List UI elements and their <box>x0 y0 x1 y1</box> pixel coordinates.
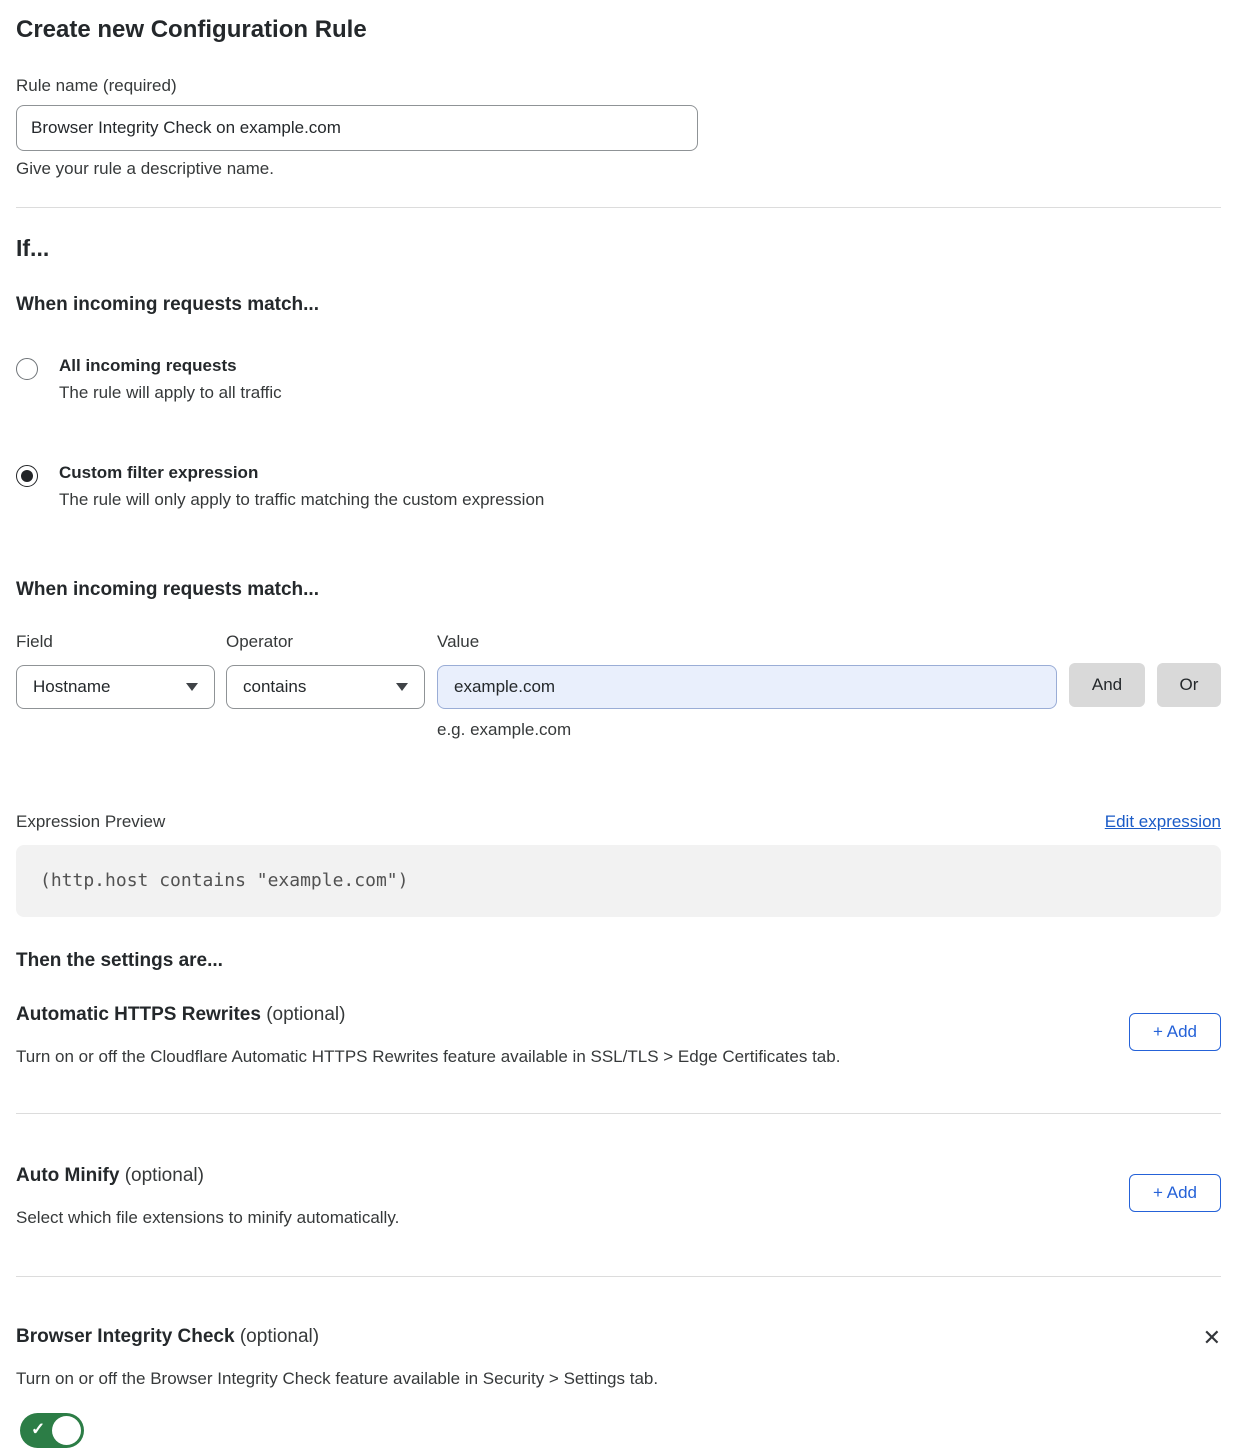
radio-description: The rule will apply to all traffic <box>59 383 282 403</box>
value-input[interactable] <box>437 665 1057 709</box>
create-configuration-rule-page: Create new Configuration Rule Rule name … <box>0 0 1237 1453</box>
setting-automatic-https-rewrites: Automatic HTTPS Rewrites (optional) Turn… <box>16 1004 1221 1067</box>
chevron-down-icon <box>396 683 408 691</box>
setting-texts: Browser Integrity Check (optional) Turn … <box>16 1326 658 1453</box>
rule-name-input[interactable] <box>16 105 698 151</box>
filter-builder-row: Field Hostname Operator contains Value e… <box>16 632 1221 740</box>
section-divider <box>16 207 1221 208</box>
browser-integrity-check-toggle[interactable]: ✓ <box>20 1413 84 1448</box>
chevron-down-icon <box>186 683 198 691</box>
add-auto-minify-button[interactable]: + Add <box>1129 1174 1221 1212</box>
check-icon: ✓ <box>31 1420 45 1440</box>
setting-title-line: Automatic HTTPS Rewrites (optional) <box>16 1004 840 1026</box>
close-icon: ✕ <box>1203 1326 1221 1351</box>
radio-texts: All incoming requests The rule will appl… <box>59 356 282 403</box>
radio-label: All incoming requests <box>59 356 282 376</box>
operator-select[interactable]: contains <box>226 665 425 709</box>
value-label: Value <box>437 632 1057 652</box>
setting-description: Select which file extensions to minify a… <box>16 1208 399 1228</box>
setting-texts: Automatic HTTPS Rewrites (optional) Turn… <box>16 1004 840 1067</box>
page-title: Create new Configuration Rule <box>16 16 1221 45</box>
toggle-knob <box>52 1416 81 1445</box>
match-heading: When incoming requests match... <box>16 294 1221 316</box>
rule-name-label: Rule name (required) <box>16 76 1221 96</box>
setting-title-line: Auto Minify (optional) <box>16 1165 399 1187</box>
expression-preview-header: Expression Preview Edit expression <box>16 812 1221 832</box>
setting-title: Browser Integrity Check <box>16 1326 235 1347</box>
section-divider <box>16 1113 1221 1114</box>
section-divider <box>16 1276 1221 1277</box>
setting-title-line: Browser Integrity Check (optional) <box>16 1326 658 1348</box>
radio-texts: Custom filter expression The rule will o… <box>59 463 544 510</box>
setting-texts: Auto Minify (optional) Select which file… <box>16 1165 399 1228</box>
radio-option-custom-filter-expression[interactable]: Custom filter expression The rule will o… <box>16 463 1221 510</box>
rule-name-block: Rule name (required) Give your rule a de… <box>16 76 1221 179</box>
field-label: Field <box>16 632 215 652</box>
filter-heading: When incoming requests match... <box>16 579 1221 601</box>
setting-optional-tag: (optional) <box>125 1165 204 1186</box>
setting-optional-tag: (optional) <box>266 1004 345 1025</box>
setting-auto-minify: Auto Minify (optional) Select which file… <box>16 1165 1221 1228</box>
radio-button-selected[interactable] <box>16 465 38 487</box>
field-column: Field Hostname <box>16 632 215 709</box>
radio-label: Custom filter expression <box>59 463 544 483</box>
expression-preview-label: Expression Preview <box>16 812 165 832</box>
then-settings-heading: Then the settings are... <box>16 950 1221 972</box>
add-automatic-https-rewrites-button[interactable]: + Add <box>1129 1013 1221 1051</box>
setting-optional-tag: (optional) <box>240 1326 319 1347</box>
rule-name-helper: Give your rule a descriptive name. <box>16 159 1221 179</box>
if-heading: If... <box>16 235 1221 262</box>
radio-button-unselected[interactable] <box>16 358 38 380</box>
or-button[interactable]: Or <box>1157 663 1221 707</box>
and-button[interactable]: And <box>1069 663 1145 707</box>
setting-title: Auto Minify <box>16 1165 119 1186</box>
setting-title: Automatic HTTPS Rewrites <box>16 1004 261 1025</box>
edit-expression-link[interactable]: Edit expression <box>1105 812 1221 832</box>
expression-code: (http.host contains "example.com") <box>40 870 408 891</box>
radio-option-all-incoming-requests[interactable]: All incoming requests The rule will appl… <box>16 356 1221 403</box>
value-helper: e.g. example.com <box>437 720 1057 740</box>
field-select[interactable]: Hostname <box>16 665 215 709</box>
field-select-value: Hostname <box>33 677 110 697</box>
radio-description: The rule will only apply to traffic matc… <box>59 490 544 510</box>
operator-label: Operator <box>226 632 425 652</box>
remove-setting-button[interactable]: ✕ <box>1203 1328 1221 1350</box>
value-column: Value e.g. example.com <box>437 632 1057 740</box>
operator-column: Operator contains <box>226 632 425 709</box>
operator-select-value: contains <box>243 677 306 697</box>
setting-description: Turn on or off the Browser Integrity Che… <box>16 1369 658 1389</box>
setting-description: Turn on or off the Cloudflare Automatic … <box>16 1047 840 1067</box>
expression-code-block: (http.host contains "example.com") <box>16 845 1221 917</box>
setting-browser-integrity-check: Browser Integrity Check (optional) Turn … <box>16 1326 1221 1453</box>
